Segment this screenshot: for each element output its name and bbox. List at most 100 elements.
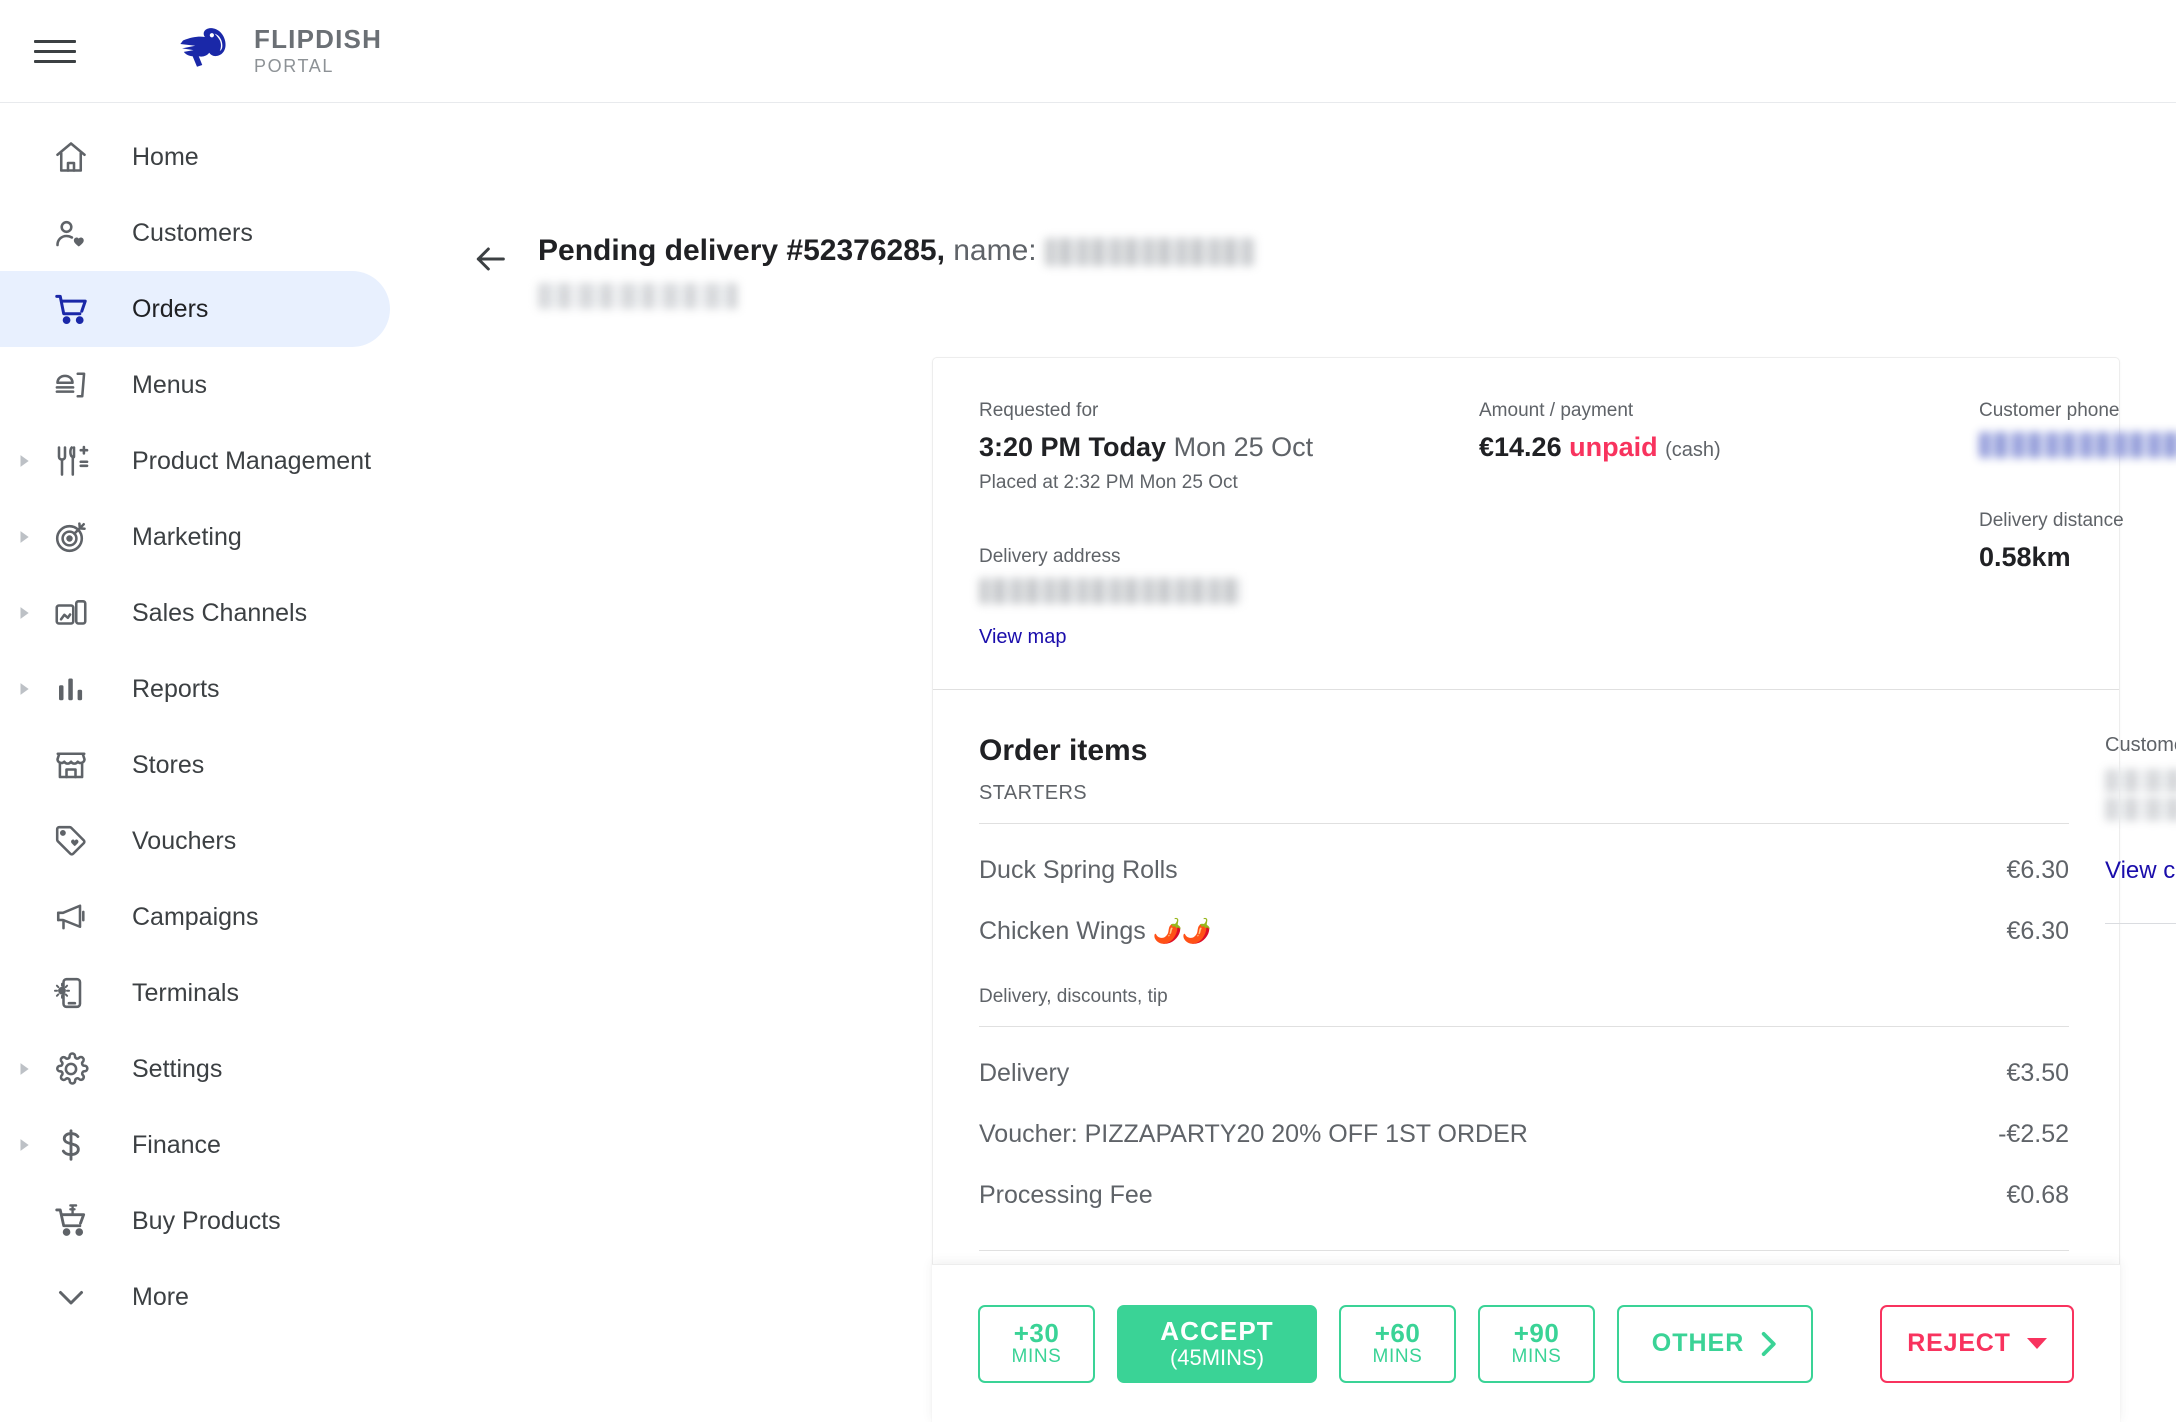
sidebar-item-campaigns[interactable]: Campaigns — [0, 879, 466, 955]
accept-buttons-group: +30MINSACCEPT(45MINS)+60MINS+90MINS — [978, 1305, 1617, 1383]
sidebar-item-stores[interactable]: Stores — [0, 727, 466, 803]
reject-button[interactable]: REJECT — [1880, 1305, 2074, 1383]
sidebar-item-vouchers[interactable]: Vouchers — [0, 803, 466, 879]
sidebar-item-finance[interactable]: Finance — [0, 1107, 466, 1183]
delay-plus30-button[interactable]: +30MINS — [978, 1305, 1095, 1383]
amount-payment-label: Amount / payment — [1479, 400, 1979, 422]
order-extra-name: Voucher: PIZZAPARTY20 20% OFF 1ST ORDER — [979, 1120, 1528, 1149]
bar-chart-icon — [38, 671, 104, 707]
view-customer-link[interactable]: View customer — [2105, 857, 2176, 884]
sidebar-item-label: Reports — [132, 675, 220, 704]
order-extras-list: Delivery €3.50 Voucher: PIZZAPARTY20 20% O… — [979, 1027, 2069, 1210]
expand-caret-icon[interactable] — [10, 530, 38, 544]
amount-payment-value: €14.26 unpaid (cash) — [1479, 432, 1979, 463]
sidebar-item-label: Stores — [132, 751, 204, 780]
order-detail-card: Requested for 3:20 PM Today Mon 25 Oct P… — [932, 357, 2120, 1422]
sidebar-item-sales-channels[interactable]: Sales Channels — [0, 575, 466, 651]
chevron-down-icon — [38, 1279, 104, 1315]
requested-for-time: 3:20 PM Today — [979, 432, 1166, 462]
sidebar-item-label: Home — [132, 143, 199, 172]
sidebar-item-label: Customers — [132, 219, 253, 248]
expand-caret-icon[interactable] — [10, 1138, 38, 1152]
main-content: Pending delivery #52376285, name: Reques… — [466, 103, 2176, 1422]
sidebar-item-more[interactable]: More — [0, 1259, 466, 1335]
order-extra-name: Processing Fee — [979, 1181, 1153, 1210]
sidebar-item-product-management[interactable]: Product Management — [0, 423, 466, 499]
brand-logo-group[interactable]: FLIPDISH PORTAL — [176, 24, 382, 78]
store-icon — [38, 747, 104, 783]
reject-button-label: REJECT — [1907, 1329, 2010, 1358]
customer-info-divider — [2105, 923, 2176, 924]
sidebar-item-label: Product Management — [132, 447, 371, 476]
sidebar-item-label: Campaigns — [132, 903, 258, 932]
other-options-button[interactable]: OTHER — [1617, 1305, 1813, 1383]
brand-subtitle: PORTAL — [254, 57, 382, 76]
delivery-distance-value: 0.58km — [1979, 542, 2176, 573]
requested-for-date: Mon 25 Oct — [1174, 432, 1314, 462]
order-item-row: Duck Spring Rolls €6.30 — [979, 824, 2069, 885]
terminal-device-icon — [38, 975, 104, 1011]
menu-food-icon — [38, 367, 104, 403]
sidebar-item-buy-products[interactable]: Buy Products — [0, 1183, 466, 1259]
brand-name: FLIPDISH — [254, 26, 382, 53]
delay-plus90-button[interactable]: +90MINS — [1478, 1305, 1595, 1383]
order-items-list: Duck Spring Rolls €6.30 Chicken Wings 🌶️🌶… — [979, 824, 2069, 946]
order-extra-name: Delivery — [979, 1059, 1069, 1088]
amount-value: €14.26 — [1479, 432, 1562, 462]
payment-status-badge: unpaid — [1569, 432, 1658, 462]
sidebar-item-orders[interactable]: Orders — [0, 271, 390, 347]
hamburger-menu-icon[interactable] — [34, 34, 76, 68]
sidebar-item-settings[interactable]: Settings — [0, 1031, 466, 1107]
order-extra-price: €3.50 — [2006, 1059, 2069, 1088]
page-title-main: Pending delivery #52376285, — [538, 234, 945, 267]
order-summary-section: Requested for 3:20 PM Today Mon 25 Oct P… — [933, 358, 2119, 689]
back-arrow-icon[interactable] — [466, 235, 514, 283]
summary-column-requested: Requested for 3:20 PM Today Mon 25 Oct P… — [979, 400, 1479, 649]
sidebar-item-home[interactable]: Home — [0, 119, 466, 195]
expand-caret-icon[interactable] — [10, 1062, 38, 1076]
expand-caret-icon[interactable] — [10, 606, 38, 620]
redacted-delivery-address — [979, 578, 1241, 604]
summary-column-customer: Customer phone Delivery distance 0.58km — [1979, 400, 2176, 649]
order-action-bar: +30MINSACCEPT(45MINS)+60MINS+90MINS OTHE… — [932, 1264, 2120, 1422]
delivery-distance-label: Delivery distance — [1979, 510, 2176, 532]
expand-caret-icon[interactable] — [10, 682, 38, 696]
sidebar-item-reports[interactable]: Reports — [0, 651, 466, 727]
view-map-link[interactable]: View map — [979, 626, 1066, 648]
order-item-name: Duck Spring Rolls — [979, 856, 1178, 885]
target-icon — [38, 519, 104, 555]
sales-channels-icon — [38, 595, 104, 631]
order-items-title: Order items — [979, 734, 2069, 768]
item-group-label: STARTERS — [979, 782, 2069, 805]
action-button-primary-label: ACCEPT — [1160, 1317, 1274, 1345]
action-button-secondary-label: MINS — [1373, 1347, 1423, 1368]
action-button-secondary-label: MINS — [1012, 1347, 1062, 1368]
sidebar-item-customers[interactable]: Customers — [0, 195, 466, 271]
megaphone-icon — [38, 899, 104, 935]
expand-caret-icon — [17, 606, 31, 620]
order-extra-price: -€2.52 — [1998, 1120, 2069, 1149]
action-button-primary-label: +60 — [1375, 1319, 1421, 1347]
sidebar-item-menus[interactable]: Menus — [0, 347, 466, 423]
order-item-price: €6.30 — [2006, 856, 2069, 885]
expand-caret-icon — [17, 454, 31, 468]
redacted-customer-info-line1 — [2105, 769, 2176, 793]
redacted-customer-phone — [1979, 432, 2176, 458]
order-item-name: Chicken Wings 🌶️🌶️ — [979, 917, 1210, 946]
cutlery-plus-icon — [38, 443, 104, 479]
expand-caret-icon — [17, 530, 31, 544]
caret-down-icon — [2027, 1338, 2047, 1349]
accept-button[interactable]: ACCEPT(45MINS) — [1117, 1305, 1317, 1383]
action-button-secondary-label: (45MINS) — [1170, 1345, 1264, 1370]
sidebar-nav: Home Customers OrdersMenus Product Manageme… — [0, 103, 466, 1422]
customers-icon — [38, 215, 104, 251]
sidebar-item-label: Buy Products — [132, 1207, 281, 1236]
delay-plus60-button[interactable]: +60MINS — [1339, 1305, 1456, 1383]
sidebar-item-marketing[interactable]: Marketing — [0, 499, 466, 575]
page-title: Pending delivery #52376285, name: — [538, 231, 1255, 312]
sidebar-item-label: Finance — [132, 1131, 221, 1160]
sidebar-item-terminals[interactable]: Terminals — [0, 955, 466, 1031]
top-bar: FLIPDISH PORTAL — [0, 0, 2176, 103]
expand-caret-icon[interactable] — [10, 454, 38, 468]
chevron-right-icon — [1758, 1331, 1778, 1357]
